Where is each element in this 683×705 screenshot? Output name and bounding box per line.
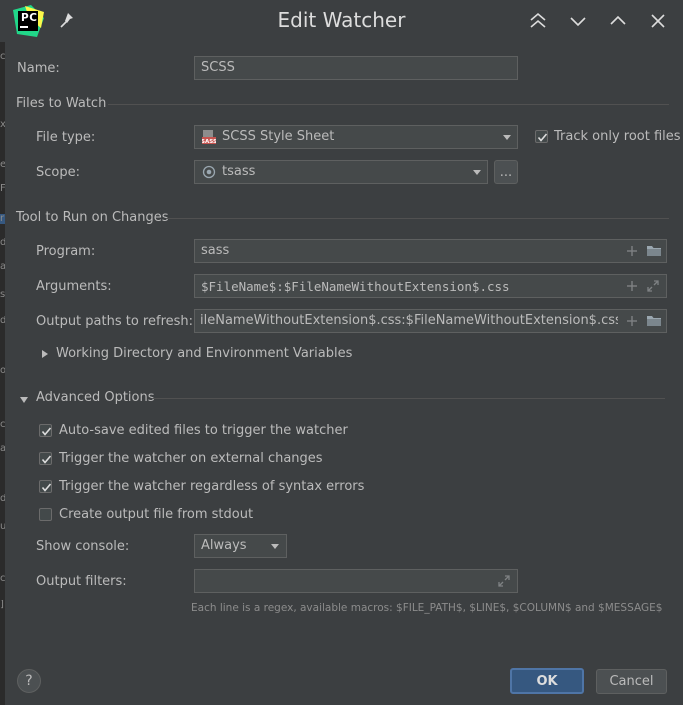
- syntax-errors-checkbox[interactable]: [39, 480, 52, 493]
- working-directory-toggle[interactable]: Working Directory and Environment Variab…: [56, 346, 352, 361]
- arguments-label: Arguments:: [36, 279, 112, 294]
- section-divider: [166, 218, 669, 219]
- file-type-label: File type:: [36, 130, 96, 145]
- strip-glyph: c: [0, 574, 5, 584]
- auto-save-label: Auto-save edited files to trigger the wa…: [59, 423, 348, 438]
- chevron-down-icon: [271, 544, 279, 549]
- name-value: SCSS: [201, 60, 235, 75]
- output-filters-field[interactable]: [194, 569, 518, 593]
- file-type-combo[interactable]: SASS SCSS Style Sheet: [194, 125, 518, 149]
- external-changes-checkbox[interactable]: [39, 452, 52, 465]
- strip-glyph: x: [0, 120, 5, 130]
- arguments-field[interactable]: $FileName$:$FileNameWithoutExtension$.cs…: [194, 274, 667, 298]
- scope-combo[interactable]: tsass: [194, 160, 488, 184]
- file-type-value: SCSS Style Sheet: [222, 129, 335, 144]
- arguments-value: $FileName$:$FileNameWithoutExtension$.cs…: [201, 279, 510, 294]
- strip-glyph: c: [0, 420, 5, 430]
- tool-to-run-heading: Tool to Run on Changes: [16, 210, 169, 225]
- sass-file-icon: SASS: [201, 130, 217, 145]
- output-paths-value: ileNameWithoutExtension$.css:$FileNameWi…: [200, 313, 655, 328]
- triangle-right-icon[interactable]: [41, 348, 49, 363]
- scope-value: tsass: [222, 164, 256, 179]
- plus-icon[interactable]: [625, 279, 639, 293]
- show-console-label: Show console:: [36, 539, 130, 554]
- program-label: Program:: [36, 244, 96, 259]
- chevron-down-icon: [503, 135, 511, 140]
- program-field[interactable]: sass: [194, 239, 667, 263]
- pin-icon[interactable]: [58, 10, 78, 30]
- strip-glyph: ]: [0, 600, 4, 610]
- strip-glyph: d: [0, 316, 5, 326]
- strip-glyph: e: [0, 160, 5, 170]
- scope-browse-button[interactable]: ...: [494, 160, 518, 184]
- svg-text:SASS: SASS: [202, 139, 216, 144]
- output-paths-label: Output paths to refresh:: [36, 314, 194, 329]
- strip-glyph: a: [0, 262, 5, 272]
- plus-icon[interactable]: [625, 244, 639, 258]
- name-field[interactable]: SCSS: [194, 56, 518, 80]
- strip-glyph: o: [0, 366, 5, 376]
- track-root-checkbox[interactable]: [535, 130, 548, 143]
- strip-glyph: r: [0, 214, 5, 224]
- program-value: sass: [201, 243, 230, 258]
- show-console-combo[interactable]: Always: [194, 534, 287, 558]
- expand-icon[interactable]: [646, 279, 660, 293]
- scope-label: Scope:: [36, 165, 80, 180]
- section-divider: [108, 104, 669, 105]
- pycharm-logo: PC: [11, 4, 45, 38]
- cancel-button[interactable]: Cancel: [596, 669, 667, 694]
- strip-glyph: u: [0, 522, 5, 532]
- plus-icon[interactable]: [625, 314, 639, 328]
- syntax-errors-label: Trigger the watcher regardless of syntax…: [59, 479, 365, 494]
- track-root-label: Track only root files: [554, 129, 681, 144]
- expand-icon[interactable]: [497, 574, 511, 588]
- close-icon[interactable]: [645, 9, 671, 33]
- strip-glyph: d: [0, 494, 5, 504]
- ok-button[interactable]: OK: [510, 668, 584, 694]
- chevron-down-icon[interactable]: [565, 9, 591, 33]
- chevron-double-up-icon[interactable]: [525, 9, 551, 33]
- folder-icon[interactable]: [646, 314, 661, 328]
- name-label: Name:: [17, 61, 60, 76]
- chevron-down-icon: [473, 170, 481, 175]
- section-divider: [152, 398, 665, 399]
- stdout-checkbox[interactable]: [39, 508, 52, 521]
- external-changes-label: Trigger the watcher on external changes: [59, 451, 323, 466]
- strip-glyph: d: [0, 238, 5, 248]
- strip-glyph: F: [0, 184, 5, 194]
- triangle-down-icon[interactable]: [19, 393, 29, 408]
- strip-glyph: a: [0, 444, 5, 454]
- output-paths-field[interactable]: ileNameWithoutExtension$.css:$FileNameWi…: [194, 309, 667, 333]
- stdout-label: Create output file from stdout: [59, 507, 254, 522]
- advanced-options-toggle[interactable]: Advanced Options: [36, 390, 155, 405]
- chevron-up-icon[interactable]: [605, 9, 631, 33]
- logo-text: PC: [21, 12, 38, 24]
- strip-glyph: s: [0, 290, 5, 300]
- scope-icon: [202, 165, 216, 179]
- folder-icon[interactable]: [646, 244, 661, 258]
- files-to-watch-heading: Files to Watch: [16, 96, 107, 111]
- help-button[interactable]: ?: [17, 669, 41, 693]
- show-console-value: Always: [201, 538, 247, 553]
- auto-save-checkbox[interactable]: [39, 424, 52, 437]
- output-filters-label: Output filters:: [36, 574, 127, 589]
- strip-glyph: c: [0, 52, 5, 62]
- output-filters-hint: Each line is a regex, available macros: …: [191, 602, 663, 614]
